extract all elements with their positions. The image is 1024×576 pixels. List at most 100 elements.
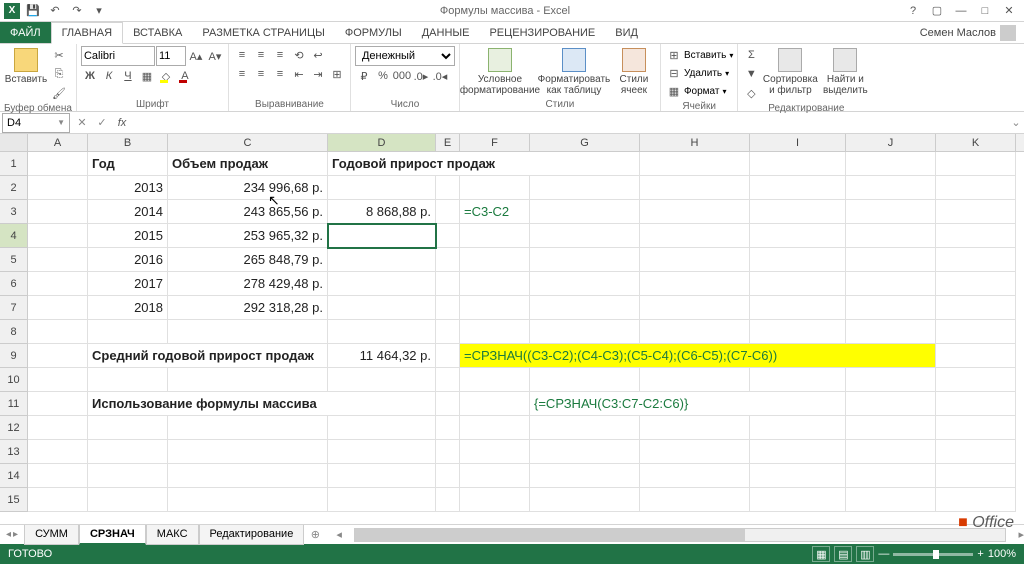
cell-F8[interactable] [460,320,530,344]
cell-A9[interactable] [28,344,88,368]
cell-K3[interactable] [936,200,1016,224]
tab-review[interactable]: РЕЦЕНЗИРОВАНИЕ [479,22,605,43]
cell-G11[interactable]: {=СРЗНАЧ(C3:C7-C2:C6)} [530,392,846,416]
cell-A1[interactable] [28,152,88,176]
cell-E14[interactable] [436,464,460,488]
cell-F11[interactable] [460,392,530,416]
font-size-select[interactable] [156,46,186,66]
cell-C6[interactable]: 278 429,48 р. [168,272,328,296]
percent-icon[interactable]: % [374,67,392,85]
sheet-tab-СРЗНАЧ[interactable]: СРЗНАЧ [79,525,146,545]
cell-A12[interactable] [28,416,88,440]
row-header-5[interactable]: 5 [0,248,28,272]
new-sheet-button[interactable]: ⊕ [304,528,326,541]
align-left-icon[interactable]: ≡ [233,65,251,83]
cell-D2[interactable] [328,176,436,200]
cell-I5[interactable] [750,248,846,272]
cell-K11[interactable] [936,392,1016,416]
cell-J3[interactable] [846,200,936,224]
cell-I13[interactable] [750,440,846,464]
cell-G12[interactable] [530,416,640,440]
cell-C12[interactable] [168,416,328,440]
row-header-4[interactable]: 4 [0,224,28,248]
cell-K6[interactable] [936,272,1016,296]
cell-A10[interactable] [28,368,88,392]
cell-B8[interactable] [88,320,168,344]
cell-styles-button[interactable]: Стили ячеек [612,46,656,96]
cell-A13[interactable] [28,440,88,464]
cell-I6[interactable] [750,272,846,296]
cell-I7[interactable] [750,296,846,320]
cell-H15[interactable] [640,488,750,512]
cell-E8[interactable] [436,320,460,344]
cell-J7[interactable] [846,296,936,320]
zoom-level[interactable]: 100% [988,548,1016,560]
cell-I12[interactable] [750,416,846,440]
cell-I14[interactable] [750,464,846,488]
cell-E10[interactable] [436,368,460,392]
cell-H8[interactable] [640,320,750,344]
cell-F7[interactable] [460,296,530,320]
maximize-icon[interactable]: □ [974,2,996,20]
cell-J2[interactable] [846,176,936,200]
fill-icon[interactable]: ▼ [742,65,760,83]
cell-K12[interactable] [936,416,1016,440]
enter-formula-icon[interactable]: ✓ [92,113,112,133]
cell-B10[interactable] [88,368,168,392]
border-icon[interactable]: ▦ [138,67,156,85]
cell-J10[interactable] [846,368,936,392]
zoom-in-icon[interactable]: + [977,548,983,560]
qat-dropdown-icon[interactable]: ▾ [90,2,108,20]
cell-H3[interactable] [640,200,750,224]
cell-A14[interactable] [28,464,88,488]
cell-D6[interactable] [328,272,436,296]
cell-D5[interactable] [328,248,436,272]
save-icon[interactable]: 💾 [24,2,42,20]
tab-file[interactable]: ФАЙЛ [0,22,51,43]
cell-J15[interactable] [846,488,936,512]
tab-next-icon[interactable]: ▸ [13,529,18,540]
orientation-icon[interactable]: ⟲ [290,46,308,64]
minimize-icon[interactable]: — [950,2,972,20]
cell-K5[interactable] [936,248,1016,272]
cell-C10[interactable] [168,368,328,392]
cell-A15[interactable] [28,488,88,512]
cell-C5[interactable]: 265 848,79 р. [168,248,328,272]
cell-B5[interactable]: 2016 [88,248,168,272]
fill-color-icon[interactable]: ◇ [157,67,175,85]
cell-J6[interactable] [846,272,936,296]
decrease-font-icon[interactable]: A▾ [206,47,224,65]
cell-C2[interactable]: 234 996,68 р. [168,176,328,200]
cell-D1[interactable]: Годовой прирост продаж [328,152,640,176]
cell-H5[interactable] [640,248,750,272]
cell-H12[interactable] [640,416,750,440]
cell-K1[interactable] [936,152,1016,176]
sheet-tab-МАКС[interactable]: МАКС [146,525,199,545]
cells[interactable]: ГодОбъем продажГодовой прирост продаж201… [28,152,1016,512]
cell-I1[interactable] [750,152,846,176]
cell-F6[interactable] [460,272,530,296]
cell-A11[interactable] [28,392,88,416]
row-header-2[interactable]: 2 [0,176,28,200]
cell-E4[interactable] [436,224,460,248]
row-header-6[interactable]: 6 [0,272,28,296]
column-header-C[interactable]: C [168,134,328,151]
cell-D15[interactable] [328,488,436,512]
cell-G10[interactable] [530,368,640,392]
cell-G6[interactable] [530,272,640,296]
cell-A4[interactable] [28,224,88,248]
cell-D7[interactable] [328,296,436,320]
column-header-K[interactable]: K [936,134,1016,151]
cancel-formula-icon[interactable]: ✕ [72,113,92,133]
zoom-slider[interactable] [893,553,973,556]
cell-A8[interactable] [28,320,88,344]
tab-insert[interactable]: ВСТАВКА [123,22,192,43]
row-header-7[interactable]: 7 [0,296,28,320]
delete-cells-button[interactable]: ⊟Удалить▾ [665,64,729,82]
cell-D8[interactable] [328,320,436,344]
cell-K9[interactable] [936,344,1016,368]
cell-E6[interactable] [436,272,460,296]
format-cells-button[interactable]: ▦Формат▾ [665,82,727,100]
expand-formula-bar-icon[interactable]: ⌄ [1008,116,1024,129]
align-middle-icon[interactable]: ≡ [252,46,270,64]
